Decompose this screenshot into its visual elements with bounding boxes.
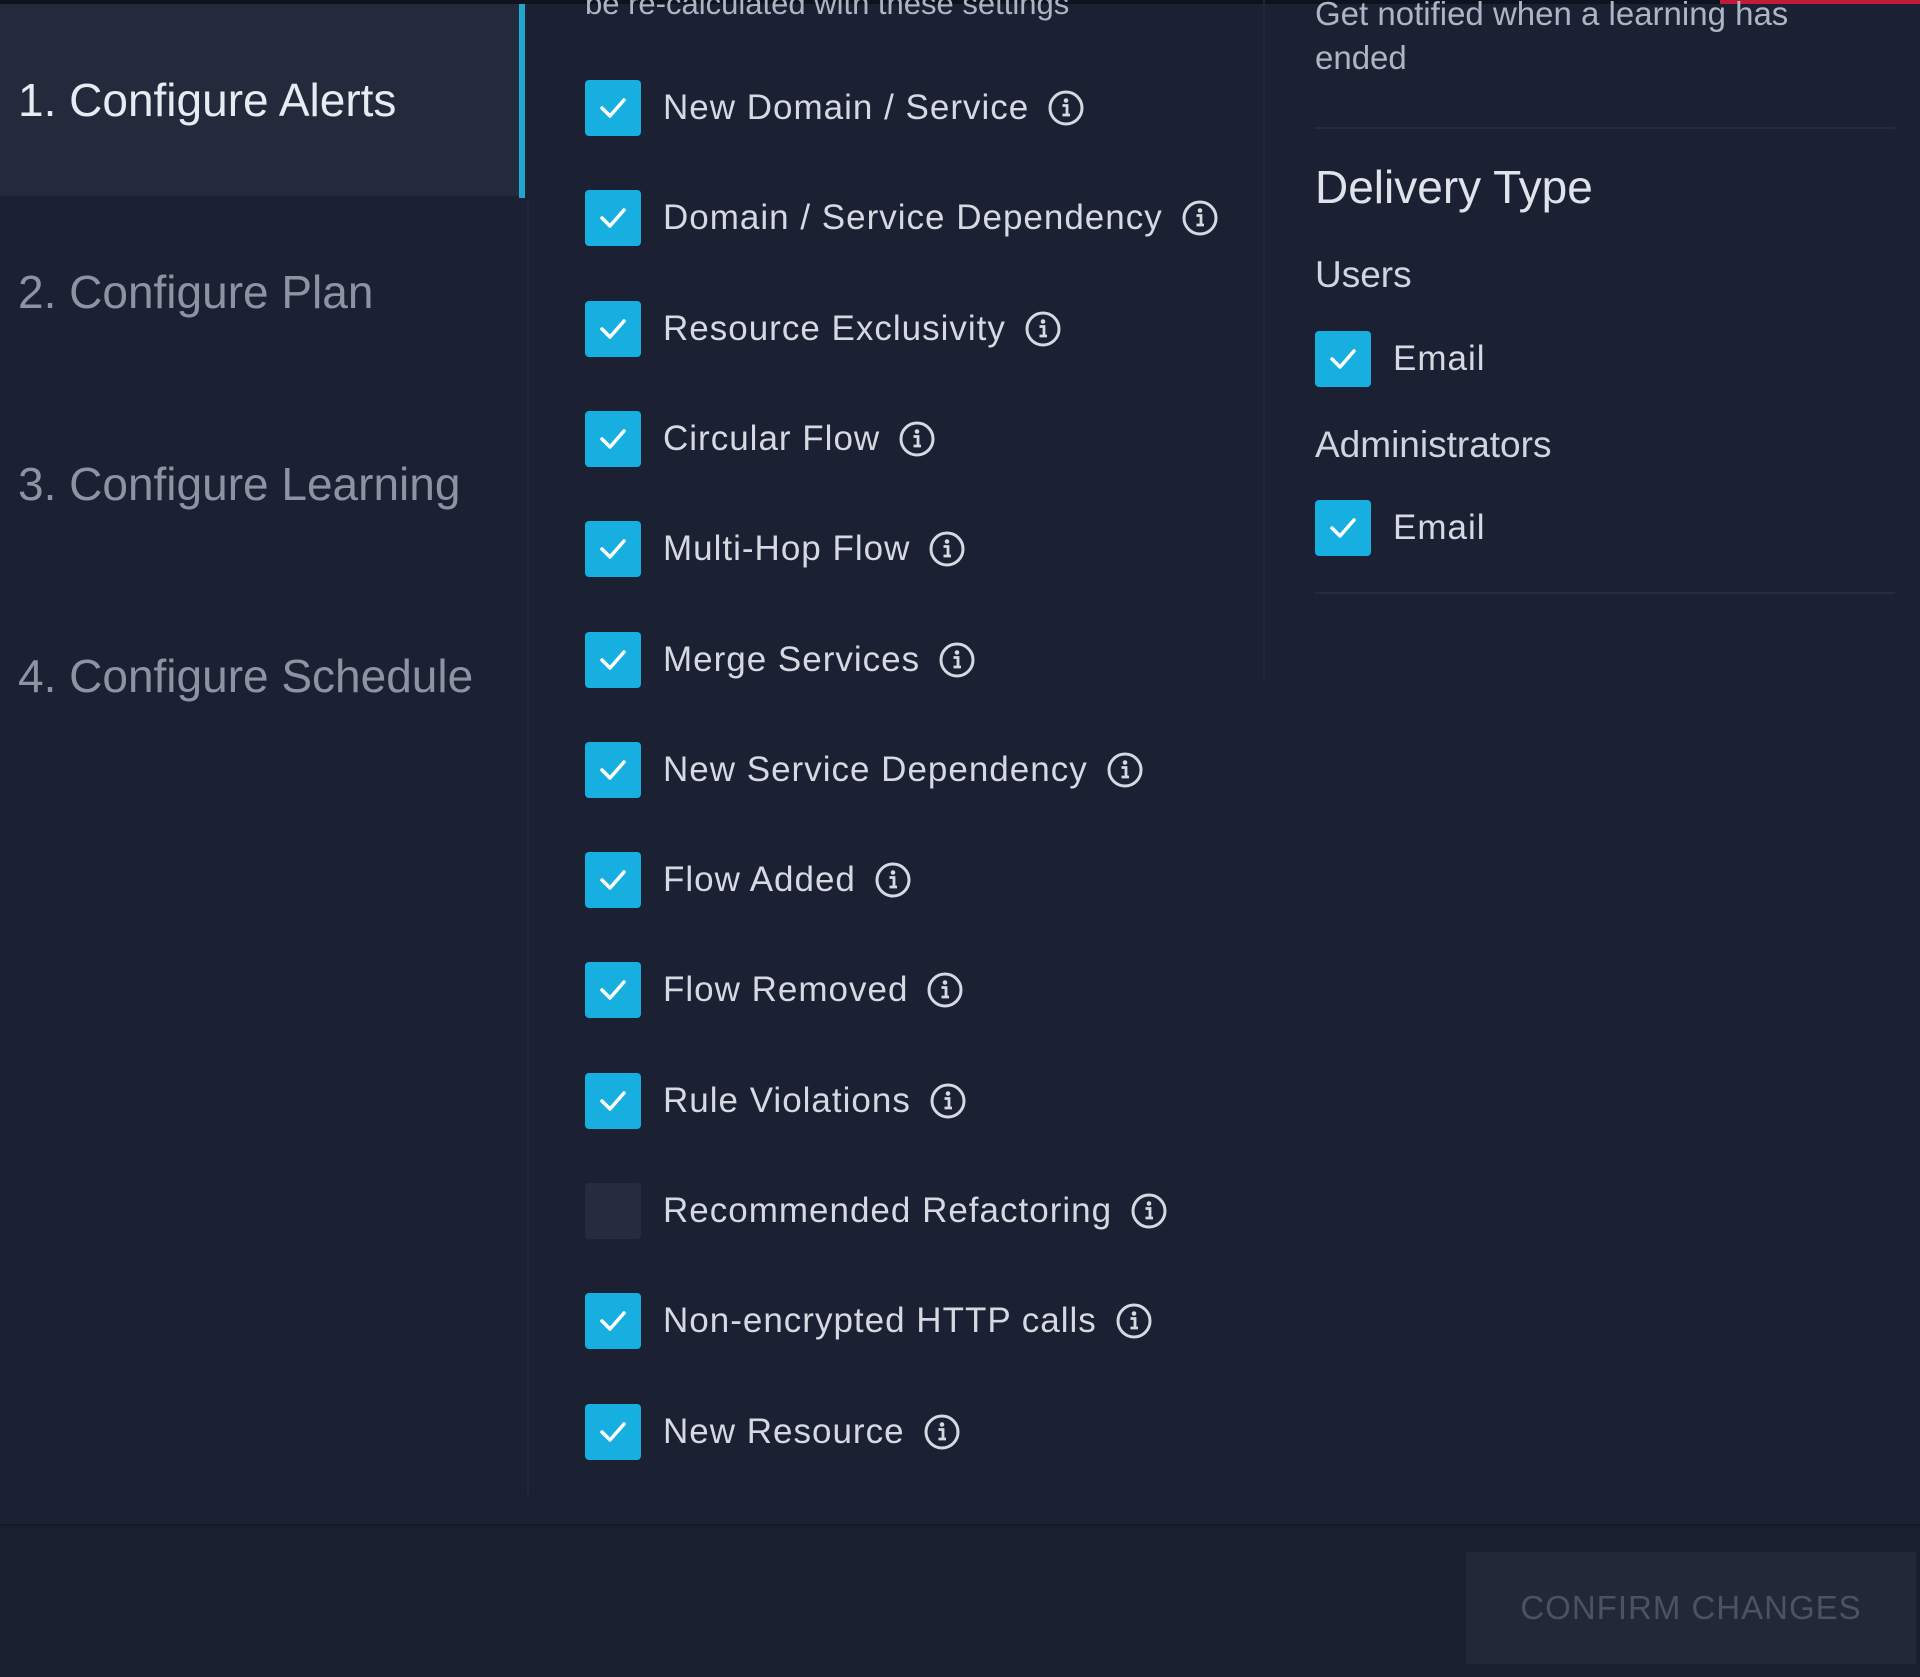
- info-icon[interactable]: [928, 530, 966, 568]
- step-label: 2. Configure Plan: [18, 266, 374, 318]
- alert-checkbox[interactable]: [585, 80, 641, 136]
- users-group-label: Users: [1315, 254, 1412, 295]
- alert-option[interactable]: Merge Services: [585, 632, 976, 688]
- step-label: 3. Configure Learning: [18, 458, 461, 510]
- info-icon[interactable]: [1106, 751, 1144, 789]
- alert-checkbox[interactable]: [585, 1183, 641, 1239]
- info-icon[interactable]: [1047, 89, 1085, 127]
- alert-option[interactable]: Flow Added: [585, 852, 912, 908]
- step-label: 4. Configure Schedule: [18, 650, 474, 702]
- footer-divider: [0, 1524, 1920, 1526]
- administrators-email-checkbox[interactable]: [1315, 500, 1371, 556]
- alert-label: Multi-Hop Flow: [663, 529, 911, 568]
- checkmark-icon: [600, 1091, 626, 1111]
- confirm-changes-button[interactable]: CONFIRM CHANGES: [1466, 1552, 1916, 1664]
- alert-option[interactable]: Flow Removed: [585, 962, 964, 1018]
- administrators-group-label: Administrators: [1315, 424, 1552, 465]
- checkmark-icon: [600, 980, 626, 1000]
- alert-option[interactable]: Multi-Hop Flow: [585, 521, 966, 577]
- step-label: 1. Configure Alerts: [18, 74, 397, 126]
- alert-checkbox[interactable]: [585, 190, 641, 246]
- checkmark-icon: [600, 319, 626, 339]
- alert-option[interactable]: Resource Exclusivity: [585, 301, 1062, 357]
- sidebar-divider: [527, 200, 529, 1495]
- info-icon[interactable]: [1181, 199, 1219, 237]
- alert-label: Recommended Refactoring: [663, 1191, 1113, 1230]
- info-icon[interactable]: [898, 420, 936, 458]
- administrators-email-label: Email: [1393, 508, 1486, 547]
- info-icon[interactable]: [874, 861, 912, 899]
- checkmark-icon: [600, 650, 626, 670]
- alert-checkbox[interactable]: [585, 1293, 641, 1349]
- checkmark-icon: [600, 1311, 626, 1331]
- alert-option[interactable]: Domain / Service Dependency: [585, 190, 1219, 246]
- info-icon[interactable]: [1024, 310, 1062, 348]
- checkmark-icon: [1330, 349, 1356, 369]
- alert-checkbox[interactable]: [585, 852, 641, 908]
- divider: [1315, 127, 1895, 129]
- alert-label: New Service Dependency: [663, 750, 1088, 789]
- alert-checkbox[interactable]: [585, 521, 641, 577]
- administrators-email-option[interactable]: Email: [1315, 500, 1486, 556]
- step-configure-plan[interactable]: 2. Configure Plan: [0, 196, 520, 388]
- alert-label: Non-encrypted HTTP calls: [663, 1301, 1097, 1340]
- alert-label: Rule Violations: [663, 1081, 911, 1120]
- info-icon[interactable]: [926, 971, 964, 1009]
- alert-checkbox[interactable]: [585, 742, 641, 798]
- alert-option[interactable]: Recommended Refactoring: [585, 1183, 1168, 1239]
- alert-label: Flow Added: [663, 860, 856, 899]
- checkmark-icon: [600, 539, 626, 559]
- alert-option[interactable]: Circular Flow: [585, 411, 936, 467]
- step-configure-learning[interactable]: 3. Configure Learning: [0, 388, 520, 580]
- learning-notify-text: Get notified when a learning has ended: [1315, 0, 1789, 76]
- checkmark-icon: [600, 429, 626, 449]
- active-step-indicator: [519, 4, 525, 198]
- step-configure-schedule[interactable]: 4. Configure Schedule: [0, 580, 520, 772]
- alert-label: Domain / Service Dependency: [663, 198, 1163, 237]
- column-divider: [1263, 0, 1265, 680]
- delivery-type-title: Delivery Type: [1315, 161, 1593, 213]
- alert-label: Merge Services: [663, 640, 921, 679]
- info-icon[interactable]: [1115, 1302, 1153, 1340]
- alert-checkbox[interactable]: [585, 411, 641, 467]
- step-configure-alerts[interactable]: 1. Configure Alerts: [0, 4, 520, 196]
- info-icon[interactable]: [938, 641, 976, 679]
- info-icon[interactable]: [1130, 1192, 1168, 1230]
- alert-checkbox[interactable]: [585, 1404, 641, 1460]
- alert-checkbox[interactable]: [585, 632, 641, 688]
- users-email-checkbox[interactable]: [1315, 331, 1371, 387]
- wizard-steps-nav: 1. Configure Alerts 2. Configure Plan 3.…: [0, 4, 527, 1499]
- alert-label: New Resource: [663, 1412, 905, 1451]
- checkmark-icon: [600, 1422, 626, 1442]
- alerts-intro-text: be re-calculated with these settings: [585, 0, 1070, 21]
- checkmark-icon: [600, 760, 626, 780]
- alert-label: Flow Removed: [663, 970, 909, 1009]
- users-email-label: Email: [1393, 339, 1486, 378]
- alert-option[interactable]: New Resource: [585, 1404, 961, 1460]
- alert-option[interactable]: New Service Dependency: [585, 742, 1144, 798]
- checkmark-icon: [600, 98, 626, 118]
- checkmark-icon: [1330, 518, 1356, 538]
- info-icon[interactable]: [923, 1413, 961, 1451]
- alert-checkbox[interactable]: [585, 962, 641, 1018]
- alert-label: New Domain / Service: [663, 88, 1030, 127]
- alert-checkbox[interactable]: [585, 1073, 641, 1129]
- checkmark-icon: [600, 870, 626, 890]
- divider: [1315, 592, 1895, 594]
- alert-option[interactable]: New Domain / Service: [585, 80, 1085, 136]
- alert-checkbox[interactable]: [585, 301, 641, 357]
- alert-label: Resource Exclusivity: [663, 309, 1006, 348]
- alert-label: Circular Flow: [663, 419, 881, 458]
- settings-dialog: 1. Configure Alerts 2. Configure Plan 3.…: [0, 0, 1920, 1677]
- checkmark-icon: [600, 208, 626, 228]
- users-email-option[interactable]: Email: [1315, 331, 1486, 387]
- info-icon[interactable]: [929, 1082, 967, 1120]
- alert-option[interactable]: Rule Violations: [585, 1073, 967, 1129]
- alert-option[interactable]: Non-encrypted HTTP calls: [585, 1293, 1153, 1349]
